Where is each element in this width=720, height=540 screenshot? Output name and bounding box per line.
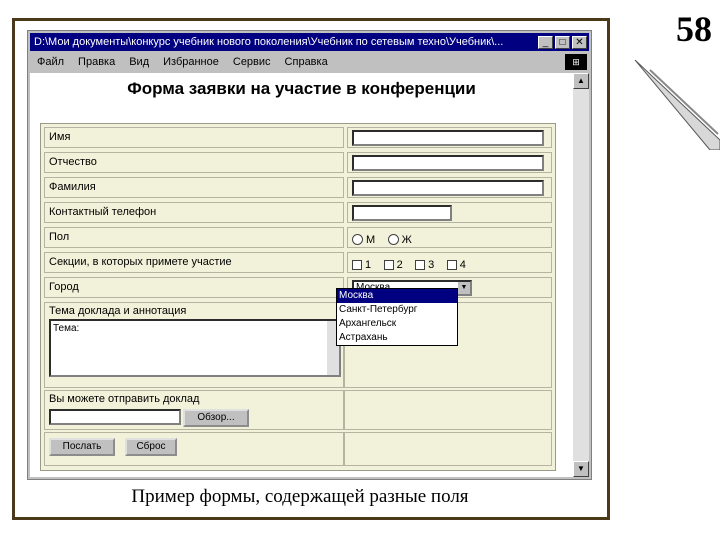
menu-file[interactable]: Файл (30, 56, 71, 68)
gender-label: Пол (44, 227, 344, 248)
row-name: Имя (44, 127, 552, 150)
city-option[interactable]: Санкт-Петербург (337, 303, 457, 317)
gender-field-cell: М Ж (347, 227, 552, 248)
window-title: D:\Мои документы\конкурс учебник нового … (34, 36, 504, 48)
surname-label: Фамилия (44, 177, 344, 198)
city-option[interactable]: Архангельск (337, 317, 457, 331)
section-3-label: 3 (428, 258, 435, 271)
page-curl-decoration (634, 60, 720, 150)
section-1-checkbox[interactable] (352, 259, 362, 270)
menu-bar: Файл Правка Вид Избранное Сервис Справка… (30, 53, 589, 71)
patronymic-field-cell (347, 152, 552, 173)
slide-page-number: 58 (676, 9, 712, 49)
surname-input[interactable] (352, 180, 544, 196)
maximize-button[interactable]: □ (555, 35, 570, 49)
upload-label: Вы можете отправить доклад (49, 393, 200, 405)
row-surname: Фамилия (44, 177, 552, 200)
name-input[interactable] (352, 130, 544, 146)
topic-label: Тема доклада и аннотация (49, 305, 187, 317)
topic-block: Тема доклада и аннотация Тема: (44, 302, 344, 388)
phone-input[interactable] (352, 205, 452, 221)
city-option[interactable]: Астрахань (337, 331, 457, 345)
buttons-right-cell (344, 432, 552, 466)
form-title: Форма заявки на участие в конференции (127, 79, 476, 98)
name-field-cell (347, 127, 552, 148)
row-phone: Контактный телефон (44, 202, 552, 225)
city-option[interactable]: Москва (337, 289, 457, 303)
sections-label: Секции, в которых примете участие (44, 252, 344, 273)
menu-view[interactable]: Вид (122, 56, 156, 68)
submit-button[interactable]: Послать (49, 438, 115, 456)
scroll-up-icon[interactable]: ▲ (573, 73, 589, 89)
row-city: Город Москва ▼ (44, 277, 552, 300)
browser-window: D:\Мои документы\конкурс учебник нового … (27, 30, 592, 480)
row-sections: Секции, в которых примете участие 1 2 3 … (44, 252, 552, 275)
menu-edit[interactable]: Правка (71, 56, 122, 68)
upload-block: Вы можете отправить доклад Обзор... (44, 390, 344, 430)
slide-caption: Пример формы, содержащей разные поля (131, 486, 469, 507)
buttons-block: Послать Сброс (44, 432, 344, 466)
close-button[interactable]: ✕ (572, 35, 587, 49)
section-3-checkbox[interactable] (415, 259, 426, 270)
page-content: Форма заявки на участие в конференции Им… (30, 73, 573, 477)
menu-favorites[interactable]: Избранное (156, 56, 226, 68)
phone-field-cell (347, 202, 552, 223)
name-label: Имя (44, 127, 344, 148)
surname-field-cell (347, 177, 552, 198)
topic-value: Тема: (53, 323, 80, 334)
file-path-input[interactable] (49, 409, 181, 425)
minimize-button[interactable]: _ (538, 35, 553, 49)
upload-right-cell (344, 390, 552, 430)
windows-logo-icon: ⊞ (565, 54, 587, 70)
scroll-down-icon[interactable]: ▼ (573, 461, 589, 477)
section-2-checkbox[interactable] (383, 259, 394, 270)
section-4-label: 4 (459, 258, 466, 271)
row-gender: Пол М Ж (44, 227, 552, 250)
gender-m-radio[interactable] (352, 234, 363, 246)
city-label: Город (44, 277, 344, 298)
section-4-checkbox[interactable] (446, 259, 457, 270)
chevron-down-icon[interactable]: ▼ (458, 282, 470, 294)
patronymic-input[interactable] (352, 155, 544, 171)
page-scrollbar[interactable]: ▲ ▼ (573, 73, 589, 477)
gender-m-label: М (366, 233, 376, 246)
section-1-label: 1 (365, 258, 372, 271)
application-form: Имя Отчество Фамилия Контактный телефон … (40, 123, 556, 471)
phone-label: Контактный телефон (44, 202, 344, 223)
row-patronymic: Отчество (44, 152, 552, 175)
gender-f-label: Ж (401, 233, 412, 246)
window-titlebar: D:\Мои документы\конкурс учебник нового … (30, 33, 589, 51)
city-dropdown-list: Москва Санкт-Петербург Архангельск Астра… (336, 288, 458, 346)
topic-textarea[interactable]: Тема: (49, 319, 341, 377)
patronymic-label: Отчество (44, 152, 344, 173)
gender-f-radio[interactable] (387, 234, 399, 246)
reset-button[interactable]: Сброс (125, 438, 177, 456)
browse-button[interactable]: Обзор... (183, 409, 249, 427)
sections-field-cell: 1 2 3 4 (347, 252, 552, 273)
section-2-label: 2 (396, 258, 403, 271)
menu-help[interactable]: Справка (278, 56, 335, 68)
menu-tools[interactable]: Сервис (226, 56, 278, 68)
